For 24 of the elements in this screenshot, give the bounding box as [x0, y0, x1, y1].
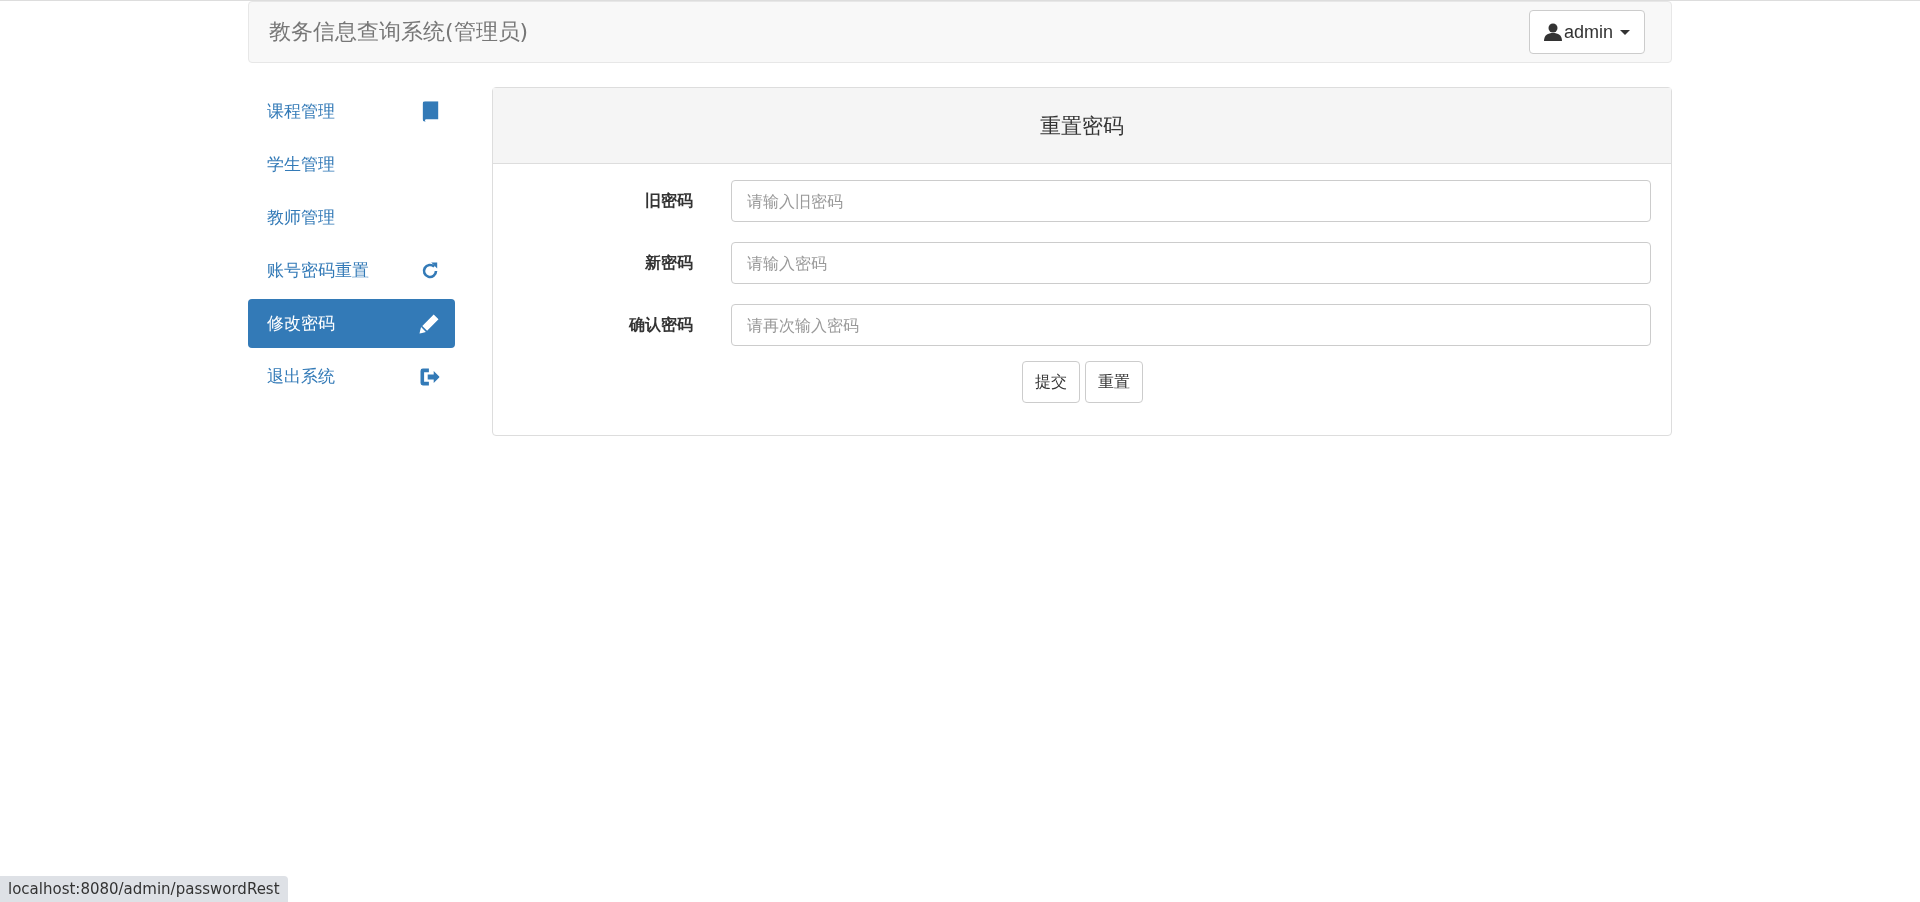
password-field[interactable]: 请输入密码	[731, 242, 1651, 284]
book-icon	[422, 101, 440, 122]
panel-title: 重置密码	[1040, 112, 1124, 140]
caret-icon	[1620, 29, 1630, 35]
sidebar-item[interactable]: 学生管理	[248, 140, 455, 189]
user-icon	[1543, 23, 1562, 41]
sidebar-item[interactable]: 修改密码	[248, 299, 455, 348]
user-menu-button[interactable]: admin	[1528, 10, 1645, 54]
brand-title: 教务信息查询系统(管理员)	[269, 18, 529, 46]
sidebar-item[interactable]: 退出系统	[248, 352, 455, 401]
field-label: 旧密码	[644, 190, 693, 212]
field-label: 新密码	[644, 252, 693, 274]
pencil-icon	[419, 313, 440, 334]
refresh-icon	[420, 260, 440, 281]
form-button[interactable]: 重置	[1084, 361, 1143, 403]
sidebar-item[interactable]: 账号密码重置	[248, 246, 455, 295]
logout-icon	[419, 366, 440, 387]
form-button[interactable]: 提交	[1021, 361, 1080, 403]
sidebar-item[interactable]: 教师管理	[248, 193, 455, 242]
status-url: localhost:8080/admin/passwordRest	[0, 876, 288, 902]
password-field[interactable]: 请再次输入密码	[731, 304, 1651, 346]
sidebar-item[interactable]: 课程管理	[248, 87, 455, 136]
field-label: 确认密码	[628, 314, 693, 336]
password-field[interactable]: 请输入旧密码	[731, 180, 1651, 222]
